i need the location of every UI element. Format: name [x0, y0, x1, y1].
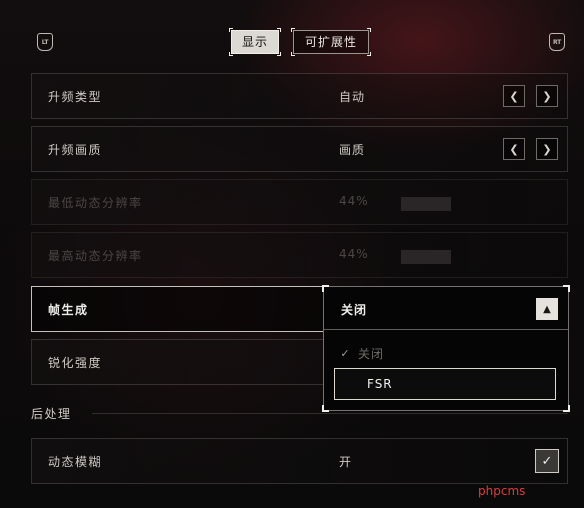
frame-generation-dropdown[interactable]: 关闭 ▲ ✓ 关闭 FSR	[322, 285, 570, 412]
setting-label: 动态模糊	[48, 455, 103, 469]
resolution-slider	[401, 250, 451, 264]
watermark: phpcms	[478, 484, 526, 498]
dropdown-option-off[interactable]: ✓ 关闭	[334, 337, 556, 369]
setting-value: 画质	[339, 143, 366, 157]
section-divider	[92, 413, 568, 414]
rt-trigger-icon[interactable]: RT	[549, 33, 565, 51]
chevron-left-icon[interactable]: ❮	[503, 138, 525, 160]
chevron-right-icon[interactable]: ❯	[536, 85, 558, 107]
setting-row-max-dynamic-resolution: 最高动态分辨率 44%	[31, 232, 568, 278]
tab-display[interactable]: 显示	[229, 28, 281, 56]
check-icon: ✓	[541, 453, 553, 469]
chevron-up-icon[interactable]: ▲	[536, 298, 558, 320]
setting-label: 升频画质	[48, 143, 103, 157]
setting-value: 自动	[339, 90, 366, 104]
dropdown-option-label: FSR	[367, 377, 393, 391]
tab-scalability-label: 可扩展性	[304, 35, 357, 49]
lt-trigger-icon[interactable]: LT	[37, 33, 53, 51]
section-title-postprocess: 后处理	[31, 407, 72, 421]
chevron-right-icon[interactable]: ❯	[536, 138, 558, 160]
setting-label: 锐化强度	[48, 356, 103, 370]
resolution-slider	[401, 197, 451, 211]
dropdown-header[interactable]: 关闭 ▲	[324, 287, 568, 330]
dropdown-option-label: 关闭	[358, 346, 385, 361]
check-icon: ✓	[340, 346, 350, 360]
setting-row-motion-blur[interactable]: 动态模糊 开 ✓	[31, 438, 568, 484]
setting-value: 开	[339, 455, 353, 469]
chevron-left-icon[interactable]: ❮	[503, 85, 525, 107]
setting-label: 帧生成	[48, 303, 89, 317]
setting-row-min-dynamic-resolution: 最低动态分辨率 44%	[31, 179, 568, 225]
setting-value: 44%	[339, 194, 369, 208]
dropdown-option-fsr[interactable]: FSR	[334, 368, 556, 400]
top-tabs: 显示 可扩展性	[229, 28, 371, 56]
setting-row-upscale-quality[interactable]: 升频画质 画质 ❮ ❯	[31, 126, 568, 172]
setting-label: 最高动态分辨率	[48, 249, 143, 263]
setting-label: 最低动态分辨率	[48, 196, 143, 210]
tab-display-label: 显示	[242, 35, 269, 49]
motion-blur-checkbox[interactable]: ✓	[535, 449, 559, 473]
setting-row-upscale-type[interactable]: 升频类型 自动 ❮ ❯	[31, 73, 568, 119]
setting-value: 44%	[339, 247, 369, 261]
tab-scalability[interactable]: 可扩展性	[291, 28, 371, 56]
dropdown-selected-value: 关闭	[341, 303, 368, 317]
setting-label: 升频类型	[48, 90, 103, 104]
